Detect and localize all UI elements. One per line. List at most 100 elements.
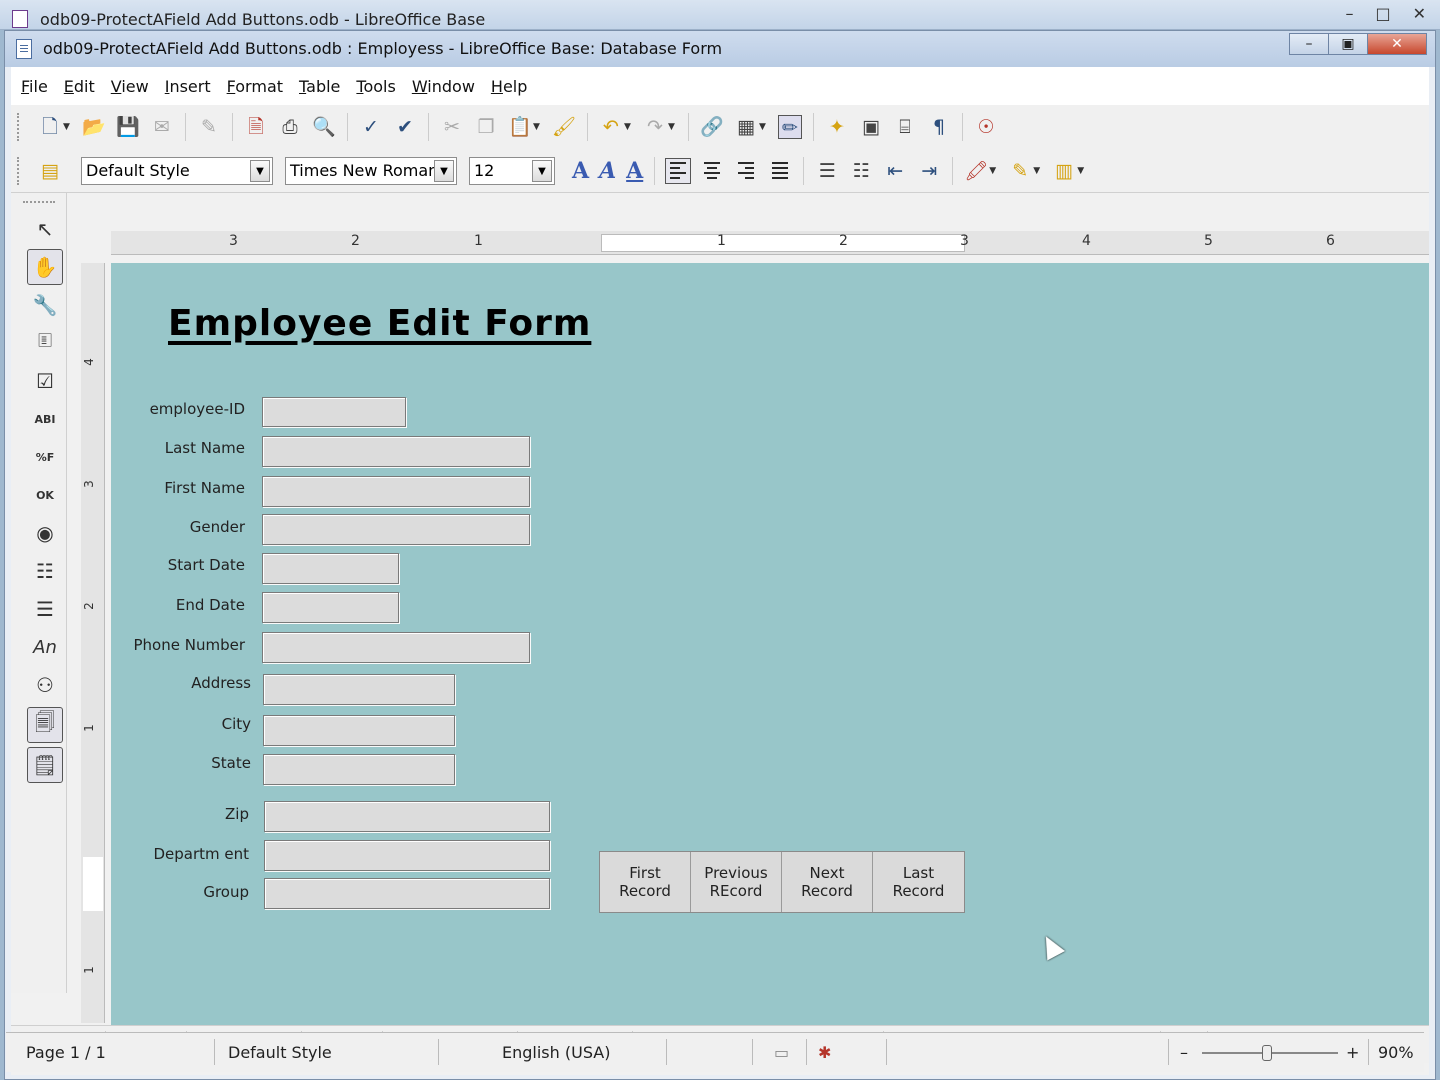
clone-formatting-icon[interactable]: 🖌	[552, 115, 576, 139]
paste-dropdown-icon[interactable]: ▼	[533, 122, 543, 132]
menu-tools[interactable]: Tools	[356, 77, 395, 96]
minimize-button[interactable]: –	[1289, 33, 1329, 55]
text-box-icon[interactable]: ABI	[27, 401, 63, 437]
undo-dropdown-icon[interactable]: ▼	[624, 122, 634, 132]
new-dropdown-icon[interactable]: ▼	[63, 122, 73, 132]
decrease-indent-icon[interactable]: ⇤	[883, 159, 907, 183]
font-size-select[interactable]: 12 ▼	[469, 156, 555, 185]
background-dropdown-icon[interactable]: ▼	[1077, 166, 1087, 176]
undo-icon[interactable]: ↶	[599, 115, 623, 139]
last-name-field[interactable]	[262, 436, 530, 467]
hyperlink-icon[interactable]: 🔗	[700, 115, 724, 139]
email-icon[interactable]: ✉	[150, 115, 174, 139]
menu-edit[interactable]: Edit	[64, 77, 95, 96]
push-button-icon[interactable]: OK	[27, 477, 63, 513]
print-preview-icon[interactable]: 🔍	[312, 115, 336, 139]
font-name-select[interactable]: Times New Roman ▼	[285, 156, 457, 185]
table-dropdown-icon[interactable]: ▼	[759, 122, 769, 132]
spellcheck-icon[interactable]: ✓	[359, 115, 383, 139]
formatting-marks-icon[interactable]: ¶	[927, 115, 951, 139]
form-design-icon[interactable]: 🗐	[27, 707, 63, 743]
highlighting-dropdown-icon[interactable]: ▼	[1033, 166, 1043, 176]
menu-view[interactable]: View	[111, 77, 149, 96]
redo-dropdown-icon[interactable]: ▼	[668, 122, 678, 132]
menu-file[interactable]: File	[21, 77, 48, 96]
phone-number-field[interactable]	[262, 632, 530, 663]
open-folder-icon[interactable]: 📂	[82, 115, 106, 139]
gallery-icon[interactable]: ▣	[859, 115, 883, 139]
zip-field[interactable]	[264, 801, 550, 832]
font-color-icon[interactable]: 🖍	[964, 159, 988, 183]
help-icon[interactable]: ☉	[974, 115, 998, 139]
underline-icon[interactable]: A	[626, 158, 643, 184]
zoom-slider-handle[interactable]	[1262, 1045, 1272, 1061]
redo-icon[interactable]: ↷	[643, 115, 667, 139]
design-mode-icon[interactable]: ✋	[27, 249, 63, 285]
increase-indent-icon[interactable]: ⇥	[917, 159, 941, 183]
export-pdf-icon[interactable]: 🗎	[244, 115, 268, 139]
formatted-field-icon[interactable]: %F	[27, 439, 63, 475]
edit-file-icon[interactable]: ✎	[197, 115, 221, 139]
zoom-level[interactable]: 90%	[1378, 1043, 1414, 1062]
cut-icon[interactable]: ✂	[440, 115, 464, 139]
city-field[interactable]	[263, 715, 455, 746]
form-properties-icon[interactable]: 🗉	[27, 325, 63, 361]
zoom-out-icon[interactable]: –	[1180, 1043, 1188, 1062]
zoom-in-icon[interactable]: +	[1346, 1043, 1359, 1062]
minimize-icon[interactable]: –	[1345, 4, 1353, 23]
start-date-field[interactable]	[262, 553, 399, 584]
save-icon[interactable]: 💾	[116, 115, 140, 139]
menu-format[interactable]: Format	[227, 77, 283, 96]
chevron-down-icon[interactable]: ▼	[434, 159, 454, 182]
font-color-dropdown-icon[interactable]: ▼	[989, 166, 999, 176]
print-icon[interactable]: ⎙	[278, 115, 302, 139]
numbering-icon[interactable]: ☰	[815, 159, 839, 183]
show-draw-functions-icon[interactable]: ✏	[778, 115, 802, 139]
employee-id-field[interactable]	[262, 397, 406, 427]
new-document-icon[interactable]: 🗋	[38, 115, 62, 139]
list-box-icon[interactable]: ☷	[27, 553, 63, 589]
close-button[interactable]: ✕	[1367, 33, 1427, 55]
bullets-icon[interactable]: ☷	[849, 159, 873, 183]
selection-mode-icon[interactable]: ▭	[774, 1043, 789, 1062]
bold-icon[interactable]: A	[572, 158, 589, 184]
italic-icon[interactable]: A	[599, 158, 616, 184]
combo-box-icon[interactable]: ☰	[27, 591, 63, 627]
last-record-button[interactable]: Last Record	[873, 852, 964, 912]
page-style[interactable]: Default Style	[228, 1043, 332, 1062]
first-name-field[interactable]	[262, 476, 530, 507]
address-field[interactable]	[263, 674, 455, 705]
wizards-icon[interactable]: 🗒	[27, 747, 63, 783]
menu-window[interactable]: Window	[412, 77, 475, 96]
paste-icon[interactable]: 📋	[508, 115, 532, 139]
chevron-down-icon[interactable]: ▼	[532, 159, 552, 182]
navigator-icon[interactable]: ✦	[825, 115, 849, 139]
chevron-down-icon[interactable]: ▼	[250, 159, 270, 182]
styles-formatting-icon[interactable]: ▤	[38, 159, 62, 183]
align-center-icon[interactable]	[699, 158, 725, 184]
highlighting-icon[interactable]: ✎	[1008, 159, 1032, 183]
data-sources-icon[interactable]: ⌸	[893, 115, 917, 139]
end-date-field[interactable]	[262, 592, 399, 623]
select-pointer-icon[interactable]: ↖	[27, 211, 63, 247]
autospellcheck-icon[interactable]: ✔	[393, 115, 417, 139]
control-properties-icon[interactable]: 🔧	[27, 287, 63, 323]
background-color-icon[interactable]: ▥	[1052, 159, 1076, 183]
document-modified-icon[interactable]: ✱	[818, 1043, 831, 1062]
group-field[interactable]	[264, 878, 550, 909]
paragraph-style-select[interactable]: Default Style ▼	[81, 156, 273, 185]
form-canvas[interactable]: Employee Edit Form employee-ID Last Name…	[111, 263, 1429, 1025]
menu-table[interactable]: Table	[299, 77, 340, 96]
first-record-button[interactable]: First Record	[600, 852, 691, 912]
state-field[interactable]	[263, 754, 455, 785]
maximize-icon[interactable]: □	[1375, 4, 1390, 23]
copy-icon[interactable]: ❐	[474, 115, 498, 139]
close-icon[interactable]: ✕	[1413, 4, 1426, 23]
justify-icon[interactable]	[767, 158, 793, 184]
previous-record-button[interactable]: Previous REcord	[691, 852, 782, 912]
align-right-icon[interactable]	[733, 158, 759, 184]
menu-insert[interactable]: Insert	[165, 77, 211, 96]
more-controls-icon[interactable]: ⚇	[27, 667, 63, 703]
checkbox-icon[interactable]: ☑	[27, 363, 63, 399]
next-record-button[interactable]: Next Record	[782, 852, 873, 912]
